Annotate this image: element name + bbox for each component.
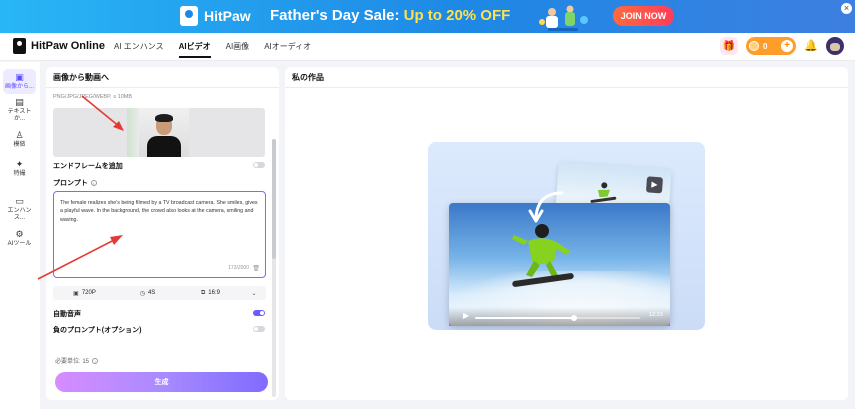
sidebar-item-label: エンハンス... [7,208,32,221]
works-title: 私の作品 [292,73,324,82]
banner-close-icon[interactable]: × [841,3,852,14]
photo-body [147,136,181,157]
hitpaw-logo-icon [180,6,198,26]
panel-title: 画像から動画へ [53,73,109,82]
sidebar-item-text-to-video[interactable]: ▤ テキストか... [3,98,36,123]
sidebar-item-label: 画像から... [4,83,34,90]
promo-main: Father's Day Sale: [270,7,404,24]
info-icon[interactable]: i [90,180,97,187]
hitpaw-banner-logo: HitPaw [180,6,251,26]
auto-audio-label: 自動音声 [53,311,81,318]
bell-icon[interactable]: 🔔 [804,39,818,53]
video-progress-fill [475,317,574,319]
negative-prompt-toggle[interactable] [253,326,265,332]
scrollbar-thumb[interactable] [272,139,276,259]
panel-scrollbar[interactable] [272,139,276,397]
prompt-counter: 173/2000 [228,265,249,271]
divider [46,87,279,88]
add-credits-icon[interactable]: + [781,40,793,52]
chevron-down-icon[interactable]: ⌄ [242,290,266,297]
prompt-label: プロンプト [53,180,88,187]
sidebar-item-enhance[interactable]: ▭ エンハンス... [3,197,36,222]
tab-ai-video[interactable]: AIビデオ [178,41,211,58]
prompt-label-row: プロンプト i [53,178,97,188]
sidebar-item-image-to-video[interactable]: ▣ 画像から... [3,69,36,94]
supported-formats: PNG/JPG/JPEG/WEBP, ≤ 10MB [53,94,133,100]
credits-button[interactable]: 0 + [746,37,796,55]
clock-icon: ◷ [139,290,145,297]
avatar[interactable] [826,37,844,55]
duration-option[interactable]: ◷ 4S [116,290,179,297]
ai-tools-icon: ⚙ [15,228,24,239]
sidebar-item-ai-tools[interactable]: ⚙ AIツール [3,226,36,251]
tab-ai-enhance[interactable]: AI エンハンス [114,41,164,58]
image-video-icon: ▣ [15,71,24,82]
tab-ai-audio[interactable]: AIオーディオ [264,41,311,58]
snowboarder-small-icon [590,182,617,203]
prompt-input[interactable]: The female realizes she's being filmed b… [53,191,266,278]
ratio-value: 16:9 [208,290,220,296]
banner-promo-text: Father's Day Sale: Up to 20% OFF [270,7,510,24]
tab-ai-image[interactable]: AI画像 [226,41,250,58]
gift-icon[interactable]: 🎁 [720,37,738,55]
text-video-icon: ▤ [15,97,24,108]
promo-banner[interactable]: HitPaw Father's Day Sale: Up to 20% OFF … [0,0,855,33]
resolution-value: 720P [81,290,96,296]
sidebar-item-label: テキストか... [7,109,32,122]
resolution-option[interactable]: ▣ 720P [53,290,116,297]
prompt-text[interactable]: The female realizes she's being filmed b… [60,199,260,224]
photo-hair [155,114,173,122]
uploaded-photo [139,108,189,157]
auto-audio-toggle[interactable] [253,310,265,316]
duration-value: 4S [147,290,156,296]
end-frame-label: エンドフレームを追加 [53,163,123,170]
sparkle-icon: ✦ [15,158,24,169]
father-kid-illustration-icon [539,5,588,31]
promo-highlight: Up to 20% OFF [403,7,511,24]
coin-icon [749,41,759,51]
sidebar-item-label: 特撮 [13,170,26,177]
sample-preview: ▶ ▶ 12:23 [428,142,705,330]
required-units: 必要単位: 15 [55,359,90,365]
image-to-video-panel: 画像から動画へ PNG/JPG/JPEG/WEBP, ≤ 10MB エンドフレー… [46,67,279,400]
snowboarder-icon [512,224,574,287]
resolution-icon: ▣ [73,290,79,297]
top-navigation: HitPaw Online AI エンハンス AIビデオ AI画像 AIオーディ… [0,33,855,61]
divider [285,87,848,88]
main-tabs: AI エンハンス AIビデオ AI画像 AIオーディオ [114,41,326,58]
required-units-row: 必要単位: 15 i [55,356,99,365]
sidebar: ▣ 画像から... ▤ テキストか... ♙ 模倣 ✦ 特撮 ▭ エンハンス..… [0,62,40,409]
video-progress-knob[interactable] [571,315,577,321]
video-progress-track[interactable] [475,315,640,321]
generate-button[interactable]: 生成 [55,372,268,392]
banner-brand: HitPaw [204,8,251,24]
trash-icon[interactable]: 🗑 [252,265,260,272]
hitpaw-logo-icon [13,38,26,54]
my-works-panel: 私の作品 ▶ ▶ 12:23 [285,67,848,400]
transform-arrow-icon [528,191,564,223]
video-time: 12:23 [649,312,663,318]
generation-options: ▣ 720P ◷ 4S ⧉ 16:9 ⌄ [53,286,266,300]
credits-count: 0 [763,41,768,51]
sidebar-item-label: AIツール [7,240,32,247]
video-file-icon: ▶ [645,176,664,194]
sidebar-item-imitate[interactable]: ♙ 模倣 [3,127,36,152]
negative-prompt-label: 負のプロンプト(オプション) [53,327,142,334]
info-icon[interactable]: i [92,358,99,365]
brand-name: HitPaw Online [31,40,105,52]
sidebar-item-effects[interactable]: ✦ 特撮 [3,156,36,181]
nav-right-actions: 🎁 0 + 🔔 [720,37,844,55]
uploaded-image-area[interactable] [53,108,265,157]
join-now-button[interactable]: JOIN NOW [613,6,674,26]
play-icon[interactable]: ▶ [463,311,469,320]
aspect-ratio-icon: ⧉ [201,289,206,296]
sidebar-item-label: 模倣 [13,141,26,148]
end-frame-toggle[interactable] [253,162,265,168]
ratio-option[interactable]: ⧉ 16:9 [179,290,242,297]
enhance-icon: ▭ [15,196,24,207]
photo-edge [127,108,139,157]
imitate-icon: ♙ [15,129,24,140]
hitpaw-online-brand[interactable]: HitPaw Online [13,38,105,54]
